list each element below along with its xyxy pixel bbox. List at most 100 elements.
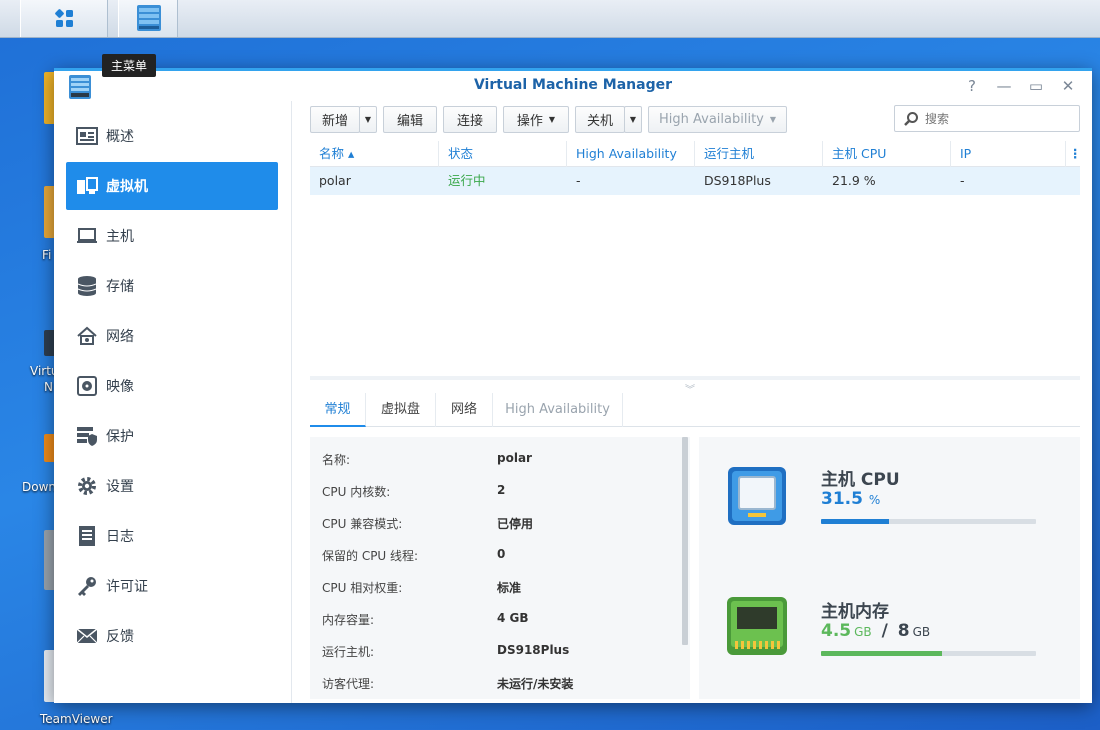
column-header-host[interactable]: 运行主机 [695,141,823,167]
action-button[interactable]: 操作 ▼ [503,106,569,133]
host-memory-used: 4.5 [821,621,852,641]
close-button[interactable]: ✕ [1057,75,1079,97]
sidebar-item-network[interactable]: 网络 [66,312,278,360]
column-header-cpu[interactable]: 主机 CPU [823,141,951,167]
host-icon [76,225,98,247]
column-options-icon[interactable]: ⋮ [1066,141,1082,167]
cell-name: polar [319,173,351,188]
detail-value: 2 [497,483,506,497]
overview-icon [76,125,98,147]
shutdown-button[interactable]: 关机 [575,106,625,133]
search-input[interactable] [925,111,1065,126]
host-cpu-bar [821,519,1036,524]
log-icon [76,525,98,547]
maximize-button[interactable]: ▭ [1025,75,1047,97]
cell-status: 运行中 [448,173,486,188]
taskbar [0,0,1100,38]
host-cpu-number: 31.5 [821,489,863,509]
panel-splitter[interactable] [310,376,1080,380]
protection-icon [76,425,98,447]
connect-button-label: 连接 [456,114,483,129]
connect-button[interactable]: 连接 [443,106,497,133]
host-memory-title: 主机内存 [821,602,889,622]
sidebar-item-settings[interactable]: 设置 [66,462,278,510]
detail-value: 0 [497,547,506,561]
sidebar-item-overview[interactable]: 概述 [66,112,278,160]
sidebar-item-license[interactable]: 许可证 [66,562,278,610]
sidebar-item-image[interactable]: 映像 [66,362,278,410]
title-bar[interactable]: Virtual Machine Manager ? — ▭ ✕ [54,71,1092,101]
cell-ip: - [960,173,965,188]
sidebar-item-label: 主机 [106,229,134,245]
sidebar-item-label: 许可证 [106,579,148,595]
tab-network[interactable]: 网络 [436,393,493,427]
chevron-down-icon: ▼ [629,115,637,124]
sidebar-item-label: 概述 [106,129,134,145]
memory-module-icon [727,597,787,655]
search-field[interactable] [894,105,1080,132]
sidebar-item-label: 映像 [106,379,134,395]
high-availability-button-label: High Availability [658,112,764,127]
tab-general[interactable]: 常规 [310,393,366,427]
high-availability-button[interactable]: High Availability ▼ [648,106,787,133]
table-row[interactable]: polar 运行中 - DS918Plus 21.9 % - [310,167,1080,195]
detail-label: CPU 兼容模式: [322,517,403,531]
sidebar: 概述 虚拟机 主机 存储 网络 映像 保护 设置 日志 许可证 反馈 [54,101,292,703]
sidebar-item-log[interactable]: 日志 [66,512,278,560]
detail-value: DS918Plus [497,643,570,657]
grid-header: 名称 ▴ 状态 High Availability 运行主机 主机 CPU IP… [310,141,1082,167]
detail-label: CPU 相对权重: [322,581,403,595]
image-icon [76,375,98,397]
detail-value: 未运行/未安装 [497,677,574,691]
host-memory-separator: / [881,621,888,641]
sidebar-item-label: 日志 [106,529,134,545]
column-header-name[interactable]: 名称 ▴ [310,141,439,167]
taskbar-vmm-button[interactable] [118,0,178,37]
shutdown-dropdown-button[interactable]: ▼ [624,106,642,133]
new-button[interactable]: 新增 [310,106,360,133]
edit-button[interactable]: 编辑 [383,106,437,133]
help-button[interactable]: ? [961,75,983,97]
general-info-panel: 名称: polar CPU 内核数: 2 CPU 兼容模式: 已停用 保留的 CPU … [310,437,690,699]
vmm-window: Virtual Machine Manager ? — ▭ ✕ 概述 虚拟机 主… [54,68,1092,703]
column-header-ip[interactable]: IP [951,141,1066,167]
minimize-button[interactable]: — [993,75,1015,97]
key-icon [76,575,98,597]
detail-scrollbar[interactable] [682,437,688,645]
virtual-machine-icon [76,175,98,197]
detail-label: 名称: [322,453,351,467]
main-menu-button[interactable] [20,0,108,37]
main-menu-icon [55,9,73,27]
host-memory-bar [821,651,1036,656]
detail-label: 访客代理: [322,677,375,691]
tab-virtual-disk[interactable]: 虚拟盘 [366,393,436,427]
column-header-ha[interactable]: High Availability [567,141,695,167]
host-memory-total: 8 [897,621,910,641]
detail-value: 已停用 [497,517,534,531]
storage-icon [76,275,98,297]
host-cpu-value: 31.5 % [821,489,880,509]
host-memory-total-unit: GB [912,625,931,639]
column-header-status[interactable]: 状态 [439,141,567,167]
search-icon [904,111,918,126]
sidebar-item-label: 虚拟机 [106,179,148,195]
detail-tabs: 常规 虚拟盘 网络 High Availability [310,393,1080,427]
sidebar-item-feedback[interactable]: 反馈 [66,612,278,660]
sidebar-item-virtual-machine[interactable]: 虚拟机 [66,162,278,210]
sidebar-item-label: 网络 [106,329,134,345]
tab-high-availability[interactable]: High Availability [493,393,623,427]
cell-ha: - [576,173,581,188]
sidebar-item-label: 反馈 [106,629,134,645]
shutdown-button-label: 关机 [586,114,613,129]
new-dropdown-button[interactable]: ▼ [359,106,377,133]
new-button-label: 新增 [321,114,348,129]
chevron-down-icon: ▼ [548,115,556,124]
sidebar-item-host[interactable]: 主机 [66,212,278,260]
action-button-label: 操作 [516,114,543,129]
host-memory-bar-fill [821,651,942,656]
sidebar-item-storage[interactable]: 存储 [66,262,278,310]
sidebar-item-protection[interactable]: 保护 [66,412,278,460]
sidebar-item-label: 设置 [106,479,134,495]
detail-label: CPU 内核数: [322,485,391,499]
host-cpu-unit: % [868,493,881,507]
